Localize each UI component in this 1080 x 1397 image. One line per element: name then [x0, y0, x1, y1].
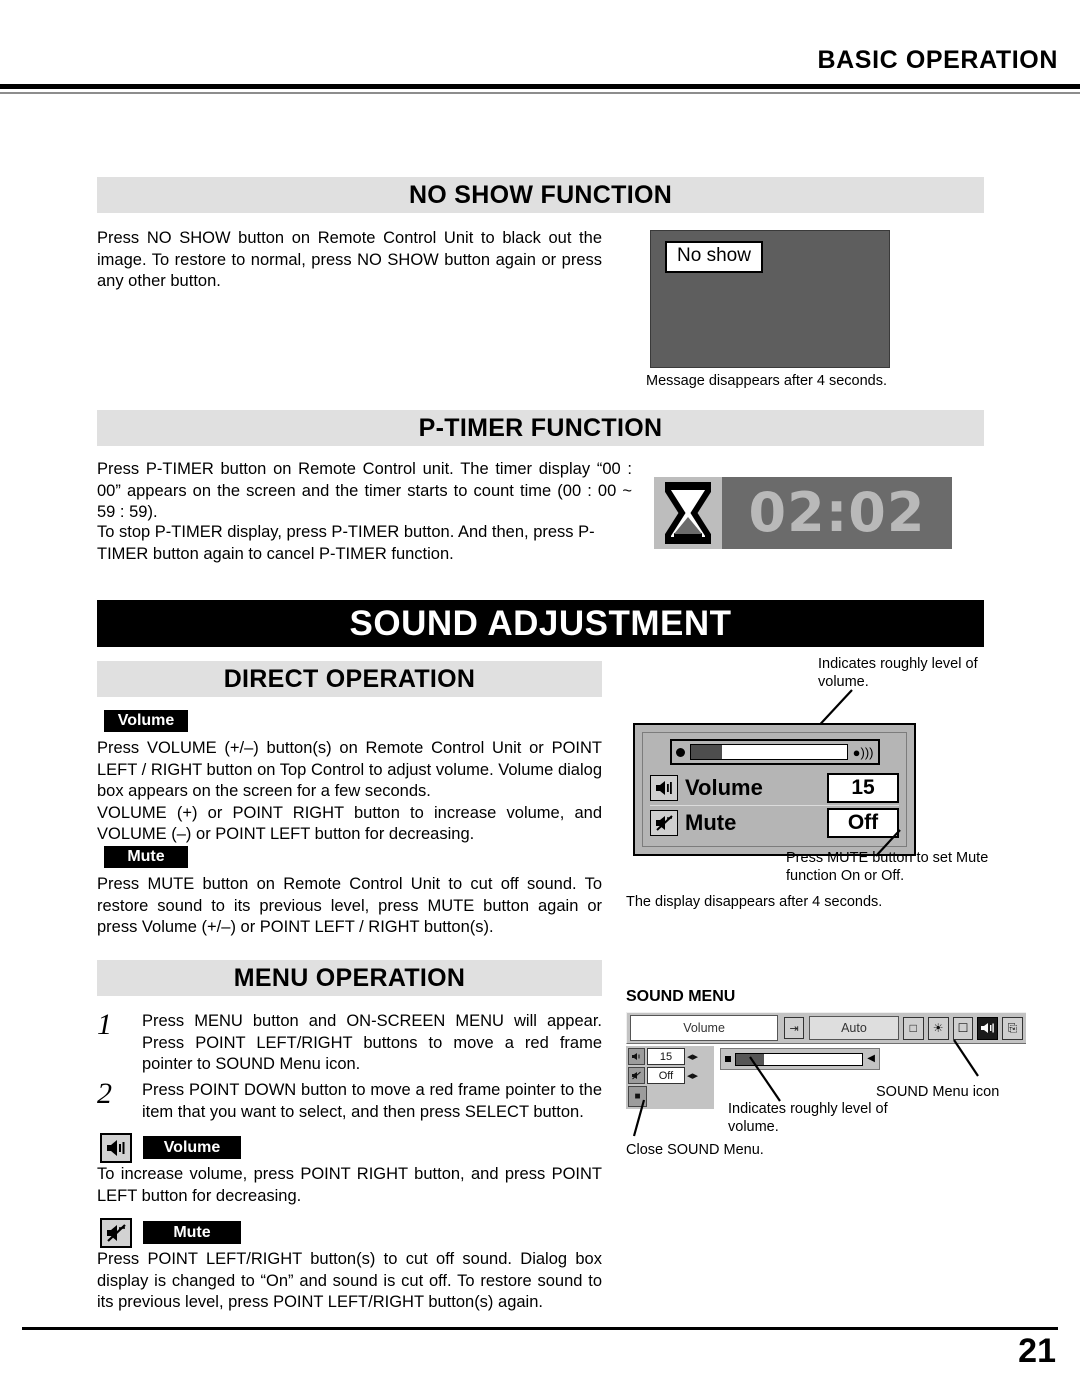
left-right-arrows-icon[interactable]: ◂▸ [687, 1069, 698, 1082]
menu-operation-band-title: MENU OPERATION [233, 963, 466, 992]
volume-slider-row[interactable]: ●))) [650, 739, 899, 765]
speaker-icon [100, 1133, 132, 1163]
chip-volume-direct: Volume [104, 710, 188, 732]
step-text-2: Press POINT DOWN button to move a red fr… [142, 1081, 602, 1121]
auto-field[interactable]: Auto [809, 1016, 899, 1040]
header-rule-thin [0, 92, 1080, 94]
slider-max-speaker-icon: ◀ [867, 1053, 875, 1064]
volume-dialog-label-volume: Volume [685, 775, 763, 800]
p-timer-band-title: P-TIMER FUNCTION [418, 413, 663, 442]
volume-dialog-caption: The display disappears after 4 seconds. [626, 894, 883, 910]
square-icon[interactable]: □ [902, 1016, 924, 1040]
hourglass-icon [654, 477, 722, 549]
section-band-menu-operation: MENU OPERATION [97, 960, 602, 996]
sound-menu-title: SOUND MENU [626, 988, 736, 1005]
mute-icon [650, 809, 678, 836]
mute-icon [100, 1218, 132, 1248]
no-show-screen-figure: No show [650, 230, 890, 368]
volume-dialog-label-mute: Mute [685, 809, 737, 835]
volume-slider-track[interactable] [689, 744, 848, 760]
sound-menu-icon-annotation: SOUND Menu icon [876, 1084, 1000, 1100]
direct-operation-volume-body: Press VOLUME (+/–) button(s) on Remote C… [97, 739, 602, 843]
section-band-no-show: NO SHOW FUNCTION [97, 177, 984, 213]
direct-operation-band-title: DIRECT OPERATION [223, 664, 476, 693]
section-band-direct-operation: DIRECT OPERATION [97, 661, 602, 697]
page-title: BASIC OPERATION [817, 46, 1058, 74]
sound-menu-value-mute: Off [647, 1067, 685, 1084]
volume-dialog-value-volume: 15 [827, 773, 899, 803]
sound-menu-level-annotation: Indicates roughly level of volume. [728, 1101, 888, 1135]
volume-slider[interactable]: ●))) [669, 739, 880, 765]
speaker-icon [628, 1048, 645, 1065]
sound-menu-value-volume: 15 [647, 1048, 685, 1065]
slider-min-dot-icon [725, 1056, 731, 1062]
input-icon[interactable]: ⇥ [784, 1017, 805, 1039]
sound-menu-row-mute[interactable]: Off ◂▸ [628, 1067, 712, 1084]
leader-line-sound-menu-icon [953, 1039, 979, 1077]
page-header: BASIC OPERATION [0, 46, 1080, 106]
step-text-1: Press MENU button and ON-SCREEN MENU wil… [142, 1012, 602, 1073]
footer-rule [22, 1327, 1058, 1330]
slider-max-speaker-icon: ●))) [852, 744, 874, 760]
p-timer-figure: 02:02 [654, 477, 952, 549]
sound-adjustment-banner: SOUND ADJUSTMENT [97, 600, 984, 647]
leader-line-volume-level-indicator [749, 1056, 781, 1102]
direct-operation-mute-body: Press MUTE button on Remote Control Unit… [97, 875, 602, 936]
volume-dialog-annotation-top: Indicates roughly level of volume. [818, 656, 978, 690]
left-right-arrows-icon[interactable]: ◂▸ [687, 1050, 698, 1063]
chip-mute-menu: Mute [143, 1221, 241, 1244]
step-number-1: 1 [97, 1008, 112, 1041]
speaker-icon [650, 775, 678, 801]
menu-operation-volume-body: To increase volume, press POINT RIGHT bu… [97, 1165, 602, 1205]
leader-line-close-sound-menu [632, 1099, 646, 1137]
menu-operation-mute-body: Press POINT LEFT/RIGHT button(s) to cut … [97, 1250, 602, 1311]
no-show-message-box: No show [665, 241, 763, 273]
volume-dialog-row-mute[interactable]: Mute Off [650, 805, 899, 839]
sound-adjustment-title: SOUND ADJUSTMENT [349, 603, 732, 643]
p-timer-body-text-2: To stop P-TIMER display, press P-TIMER b… [97, 523, 595, 563]
volume-dialog-row-volume[interactable]: Volume 15 [650, 771, 899, 805]
header-rule-thick [0, 84, 1080, 89]
chip-volume-menu: Volume [143, 1136, 241, 1159]
page-number: 21 [1018, 1332, 1056, 1370]
window-icon[interactable]: ⎘ [1002, 1016, 1024, 1040]
volume-slider-fill [690, 745, 722, 759]
p-timer-display: 02:02 [722, 477, 952, 549]
mute-icon [628, 1067, 645, 1084]
no-show-band-title: NO SHOW FUNCTION [408, 180, 673, 209]
no-show-body-text: Press NO SHOW button on Remote Control U… [97, 229, 602, 290]
p-timer-body-text-1: Press P-TIMER button on Remote Control u… [97, 460, 632, 521]
step-number-2: 2 [97, 1077, 112, 1110]
sound-menu-title-field: Volume [630, 1015, 779, 1041]
volume-dialog-annotation-mute: Press MUTE button to set Mute function O… [786, 850, 989, 884]
sound-menu-close-annotation: Close SOUND Menu. [626, 1142, 764, 1158]
sound-menu-row-volume[interactable]: 15 ◂▸ [628, 1048, 712, 1065]
section-band-p-timer: P-TIMER FUNCTION [97, 410, 984, 446]
slider-min-dot-icon [675, 747, 685, 757]
no-show-caption: Message disappears after 4 seconds. [646, 373, 887, 389]
chip-mute-direct: Mute [104, 846, 188, 868]
